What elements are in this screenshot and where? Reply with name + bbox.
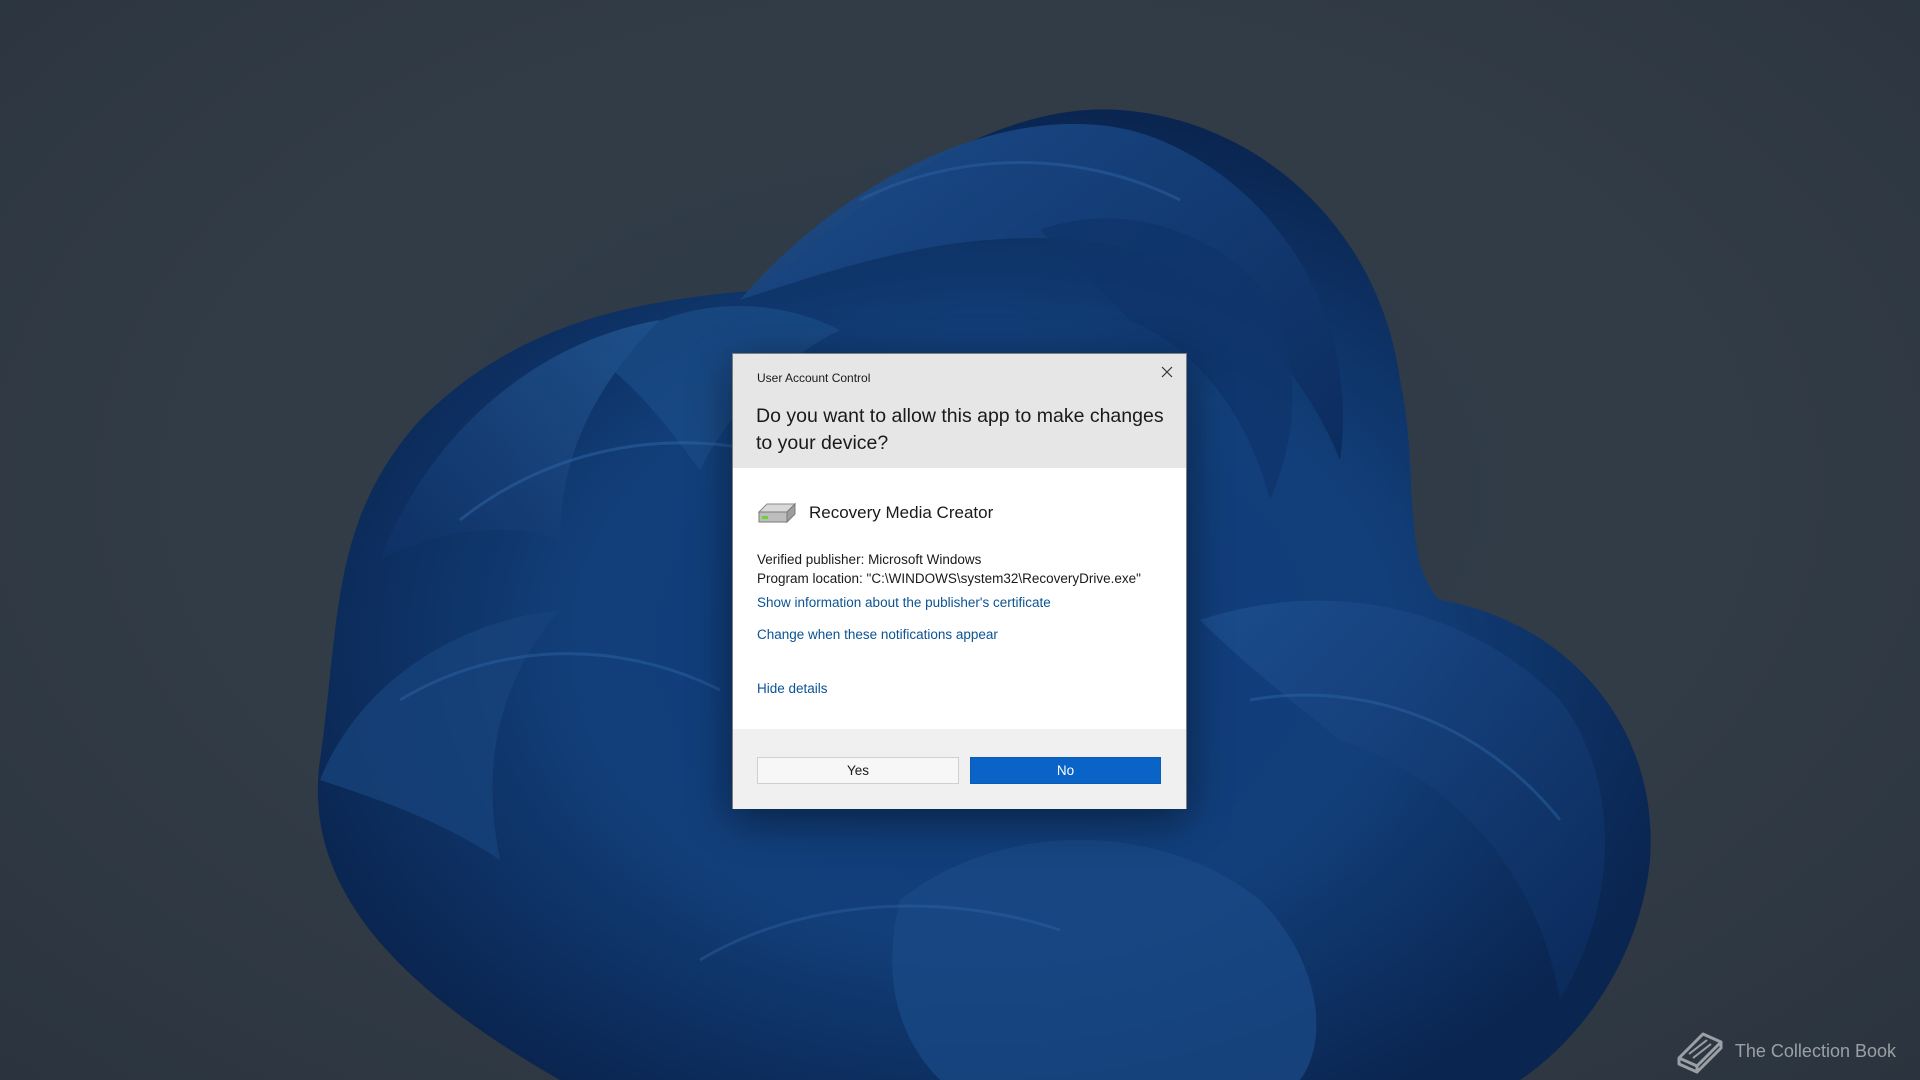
location-line: Program location: "C:\WINDOWS\system32\R…: [757, 571, 1141, 586]
app-name: Recovery Media Creator: [809, 503, 994, 522]
hide-details-link[interactable]: Hide details: [757, 681, 828, 696]
no-button[interactable]: No: [970, 757, 1161, 784]
uac-question: Do you want to allow this app to make ch…: [756, 405, 1164, 454]
uac-dialog: User Account Control Do you want to allo…: [732, 353, 1187, 809]
watermark: The Collection Book: [1673, 1028, 1896, 1074]
close-icon: [1161, 366, 1173, 378]
details-text: Verified publisher: Microsoft Windows Pr…: [757, 550, 1141, 588]
dialog-footer: Yes No: [733, 729, 1186, 809]
book-icon: [1677, 1032, 1723, 1074]
close-button[interactable]: [1154, 360, 1180, 384]
desktop: User Account Control Do you want to allo…: [0, 0, 1920, 1080]
yes-button[interactable]: Yes: [757, 757, 959, 784]
dialog-title: User Account Control: [757, 371, 871, 385]
notifications-link[interactable]: Change when these notifications appear: [757, 627, 998, 642]
dialog-header: User Account Control Do you want to allo…: [733, 354, 1186, 468]
watermark-text: The Collection Book: [1734, 1040, 1896, 1061]
publisher-line: Verified publisher: Microsoft Windows: [757, 552, 982, 567]
app-info: Recovery Media Creator: [757, 498, 993, 528]
drive-icon: [757, 502, 797, 524]
certificate-link[interactable]: Show information about the publisher's c…: [757, 595, 1051, 610]
